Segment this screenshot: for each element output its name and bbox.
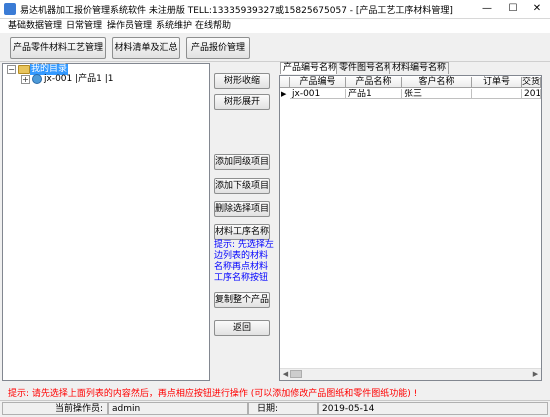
- column-header[interactable]: 产品名称: [346, 77, 402, 88]
- table-cell[interactable]: jx-001: [290, 89, 346, 99]
- maximize-button[interactable]: ☐: [500, 0, 526, 18]
- horizontal-scrollbar[interactable]: [280, 368, 541, 380]
- tab-product-code[interactable]: 产品编号名称: [280, 62, 341, 74]
- grid-corner: [280, 77, 290, 88]
- data-grid[interactable]: [279, 75, 542, 381]
- product-tree[interactable]: [2, 63, 210, 381]
- column-header[interactable]: 交货日: [522, 77, 541, 88]
- add-same-level-button[interactable]: 添加同级项目: [214, 154, 270, 170]
- column-header[interactable]: 订单号: [472, 77, 522, 88]
- column-header[interactable]: 产品编号: [290, 77, 346, 88]
- menu-maintenance[interactable]: 系统维护: [156, 19, 192, 33]
- minimize-button[interactable]: —: [474, 0, 500, 18]
- operator-value: admin: [108, 402, 248, 415]
- tree-item-product[interactable]: jx-001 |产品1 |1: [44, 74, 114, 85]
- window-title: 易达机器加工报价管理系统软件 未注册版 TELL:13335939327或158…: [20, 6, 453, 16]
- table-cell[interactable]: 张三: [402, 89, 472, 99]
- date-label: 日期:: [248, 402, 318, 415]
- tree-expand-button[interactable]: 树形展开: [214, 94, 270, 110]
- scroll-thumb[interactable]: [290, 370, 302, 378]
- current-row-icon: ▶: [281, 90, 287, 98]
- back-button[interactable]: 返回: [214, 320, 270, 336]
- material-process-button[interactable]: 材料工序名称: [214, 224, 270, 240]
- table-cell[interactable]: [472, 89, 522, 99]
- product-icon: [32, 74, 42, 84]
- scroll-left-icon[interactable]: ◀: [281, 369, 290, 379]
- collapse-toggle-icon[interactable]: −: [7, 65, 16, 74]
- quote-button[interactable]: 产品报价管理: [186, 37, 250, 59]
- bottom-tip: 提示: 请先选择上面列表的内容然后，再点相应按钮进行操作 (可以添加修改产品图纸…: [8, 389, 418, 399]
- table-cell[interactable]: 2019: [522, 89, 541, 99]
- scroll-right-icon[interactable]: ▶: [531, 369, 540, 379]
- hint-text: 提示: 先选择左边列表的材料名称再点材料工序名称按钮: [214, 240, 274, 283]
- menu-basic-data[interactable]: 基础数据管理: [8, 19, 62, 33]
- tab-material-code[interactable]: 材料编号名称: [389, 62, 450, 74]
- delete-item-button[interactable]: 删除选择项目: [214, 201, 270, 217]
- copy-product-button[interactable]: 复制整个产品: [214, 292, 270, 308]
- tree-collapse-button[interactable]: 树形收缩: [214, 73, 270, 89]
- menu-help[interactable]: 在线帮助: [195, 19, 231, 33]
- column-header[interactable]: 客户名称: [402, 77, 472, 88]
- expand-toggle-icon[interactable]: +: [21, 75, 30, 84]
- add-child-button[interactable]: 添加下级项目: [214, 178, 270, 194]
- close-button[interactable]: ✕: [524, 0, 550, 18]
- operator-label: 当前操作员:: [2, 402, 108, 415]
- tab-part-drawing[interactable]: 零件图号名称: [336, 62, 397, 74]
- product-parts-button[interactable]: 产品零件材料工艺管理: [10, 37, 106, 59]
- app-icon: [4, 3, 16, 15]
- menu-daily[interactable]: 日常管理: [66, 19, 102, 33]
- date-value: 2019-05-14: [318, 402, 548, 415]
- material-list-button[interactable]: 材料清单及汇总: [112, 37, 180, 59]
- menu-operator[interactable]: 操作员管理: [107, 19, 152, 33]
- table-cell[interactable]: 产品1: [346, 89, 402, 99]
- folder-icon: [18, 65, 30, 74]
